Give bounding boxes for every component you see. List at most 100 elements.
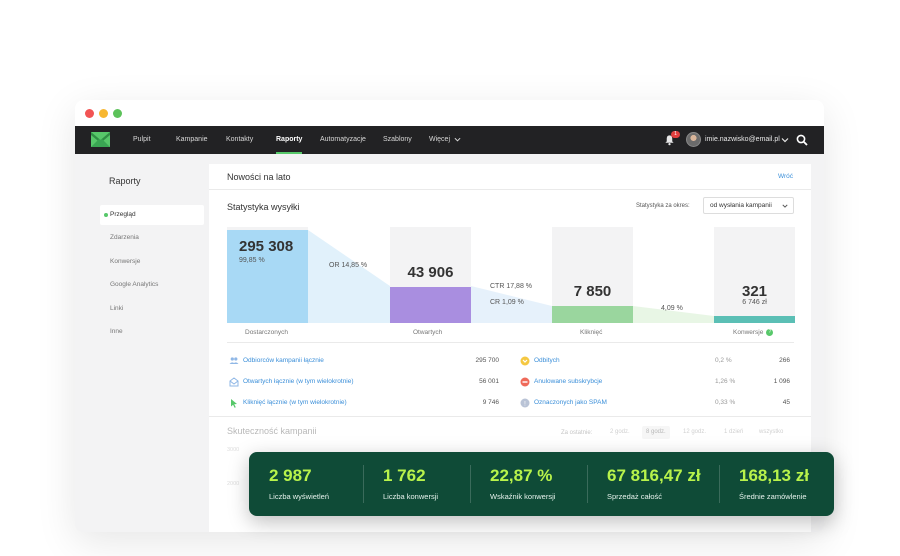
kpi-label: Liczba konwersji <box>383 492 439 501</box>
period-select-value: od wysłania kampanii <box>710 202 772 209</box>
funnel-col-clicked: 7 850 <box>552 227 633 323</box>
nav-item-raporty[interactable]: Raporty <box>276 126 303 154</box>
kpi-summary-bar: 2 987 Liczba wyświetleń 1 762 Liczba kon… <box>249 452 834 516</box>
funnel-bar-clicked <box>552 305 633 323</box>
search-icon[interactable] <box>796 134 808 146</box>
stat-value: 1 096 <box>773 378 790 385</box>
period-select[interactable]: od wysłania kampanii <box>703 197 794 214</box>
nav-item-wiecej[interactable]: Więcej <box>429 126 461 154</box>
stat-pct: 0,2 % <box>715 357 732 364</box>
stat-label[interactable]: Kliknięć łącznie (w tym wielokrotnie) <box>243 394 347 412</box>
range-12h[interactable]: 12 godz. <box>679 426 710 439</box>
sidebar: Raporty Przegląd Zdarzenia Konwersje Goo… <box>95 164 209 532</box>
unsubscribe-icon <box>520 377 530 387</box>
stat-row-recipients: Odbiorców kampanii łącznie 295 700 <box>229 352 499 370</box>
range-1d[interactable]: 1 dzień <box>720 426 747 439</box>
funnel-bar-opened <box>390 286 471 323</box>
stat-row-unsubscribed: Anulowane subskrybcje 1,26 % 1 096 <box>520 373 790 391</box>
kpi-conversions: 1 762 Liczba konwersji <box>363 452 470 516</box>
avatar[interactable] <box>686 132 701 147</box>
sidebar-title: Raporty <box>109 176 141 186</box>
open-rate: OR 14,85 % <box>329 262 368 269</box>
stat-label[interactable]: Odbitych <box>534 352 560 370</box>
kpi-label: Liczba wyświetleń <box>269 492 330 501</box>
bounce-icon <box>520 356 530 366</box>
kpi-total-sales: 67 816,47 zł Sprzedaż całość <box>587 452 719 516</box>
axis-tick: 2000 <box>227 481 240 487</box>
stats-title: Statystyka wysyłki <box>227 202 300 212</box>
funnel-label-opened: Otwartych <box>413 329 443 336</box>
kpi-label: Sprzedaż całość <box>607 492 663 501</box>
minimize-window-button[interactable] <box>99 109 108 118</box>
range-8h[interactable]: 8 godz. <box>642 426 670 439</box>
funnel-label-clicked: Kliknięć <box>580 329 603 336</box>
users-icon <box>229 357 239 364</box>
conversions-revenue: 6 746 zł <box>742 299 767 306</box>
delivered-value: 295 308 <box>239 238 294 255</box>
stat-pct: 1,26 % <box>715 378 736 385</box>
funnel-label-delivered: Dostarczonych <box>245 329 288 336</box>
stat-label[interactable]: Anulowane subskrybcje <box>534 373 602 391</box>
nav-item-kontakty[interactable]: Kontakty <box>226 126 253 154</box>
spam-icon: ! <box>520 398 530 408</box>
help-icon[interactable]: ? <box>766 329 774 336</box>
user-email[interactable]: imie.nazwisko@email.pl <box>705 126 780 154</box>
funnel-connectors <box>308 230 714 323</box>
nav-item-kampanie[interactable]: Kampanie <box>176 126 208 154</box>
chevron-down-icon <box>454 137 461 142</box>
conversion-rate: 4,09 % <box>661 305 683 312</box>
stat-pct: 0,33 % <box>715 399 736 406</box>
stat-label[interactable]: Oznaczonych jako SPAM <box>534 394 607 412</box>
nav-item-pulpit[interactable]: Pulpit <box>133 126 151 154</box>
title-bar <box>75 100 824 126</box>
kpi-avg-order: 168,13 zł Średnie zamówlenie <box>719 452 834 516</box>
notification-badge: 1 <box>671 131 680 138</box>
kpi-conversion-rate: 22,87 % Wskaźnik konwersji <box>470 452 587 516</box>
kpi-value: 67 816,47 zł <box>607 466 701 485</box>
axis-tick: 3000 <box>227 447 240 453</box>
sidebar-item-konwersje[interactable]: Konwersje <box>100 252 204 272</box>
user-menu-chevron-icon[interactable] <box>781 136 789 144</box>
funnel-col-delivered: 295 308 99,85 % <box>227 227 308 323</box>
funnel-col-conversions: 321 6 746 zł <box>714 227 795 323</box>
back-link[interactable]: Wróć <box>778 173 793 180</box>
stat-row-bounced: Odbitych 0,2 % 266 <box>520 352 790 370</box>
funnel-bar-conversions <box>714 316 795 323</box>
range-2h[interactable]: 2 godz. <box>606 426 634 439</box>
kpi-label: Wskaźnik konwersji <box>490 492 556 501</box>
chevron-down-icon <box>782 204 788 208</box>
funnel-label-conversions-text: Konwersje <box>733 329 764 337</box>
delivered-pct: 99,85 % <box>239 257 265 264</box>
kpi-views: 2 987 Liczba wyświetleń <box>249 452 363 516</box>
nav-item-szablony[interactable]: Szablony <box>383 126 412 154</box>
kpi-value: 22,87 % <box>490 466 553 485</box>
divider <box>209 189 811 190</box>
sidebar-item-google-analytics[interactable]: Google Analytics <box>100 275 204 295</box>
campaign-title: Nowości na lato <box>227 172 291 182</box>
sidebar-item-inne[interactable]: Inne <box>100 322 204 342</box>
top-navigation: Pulpit Kampanie Kontakty Raporty Automat… <box>75 126 824 154</box>
period-label: Statystyka za okres: <box>636 203 690 209</box>
envelope-logo-icon[interactable] <box>91 132 110 147</box>
stat-value: 266 <box>779 357 790 364</box>
range-all[interactable]: wszystko <box>755 426 787 439</box>
clicked-value: 7 850 <box>573 283 612 300</box>
sidebar-item-przeglad[interactable]: Przegląd <box>100 205 204 225</box>
sidebar-item-linki[interactable]: Linki <box>100 299 204 319</box>
cr-rate: CR 1,09 % <box>490 299 524 306</box>
stat-value: 45 <box>782 399 790 406</box>
maximize-window-button[interactable] <box>113 109 122 118</box>
stat-row-clicks: Kliknięć łącznie (w tym wielokrotnie) 9 … <box>229 394 499 412</box>
stat-value: 295 700 <box>475 357 500 364</box>
sidebar-item-zdarzenia[interactable]: Zdarzenia <box>100 228 204 248</box>
divider <box>227 342 794 343</box>
stat-label[interactable]: Otwartych łącznie (w tym wielokrotnie) <box>243 373 354 391</box>
nav-item-automatyzacje[interactable]: Automatyzacje <box>320 126 366 154</box>
effectiveness-title: Skuteczność kampanii <box>227 426 317 436</box>
kpi-value: 2 987 <box>269 466 312 485</box>
divider <box>209 416 811 417</box>
stat-label[interactable]: Odbiorców kampanii łącznie <box>243 352 324 370</box>
funnel-connector-delivered-opened <box>308 230 390 323</box>
stat-row-opens: Otwartych łącznie (w tym wielokrotnie) 5… <box>229 373 499 391</box>
close-window-button[interactable] <box>85 109 94 118</box>
